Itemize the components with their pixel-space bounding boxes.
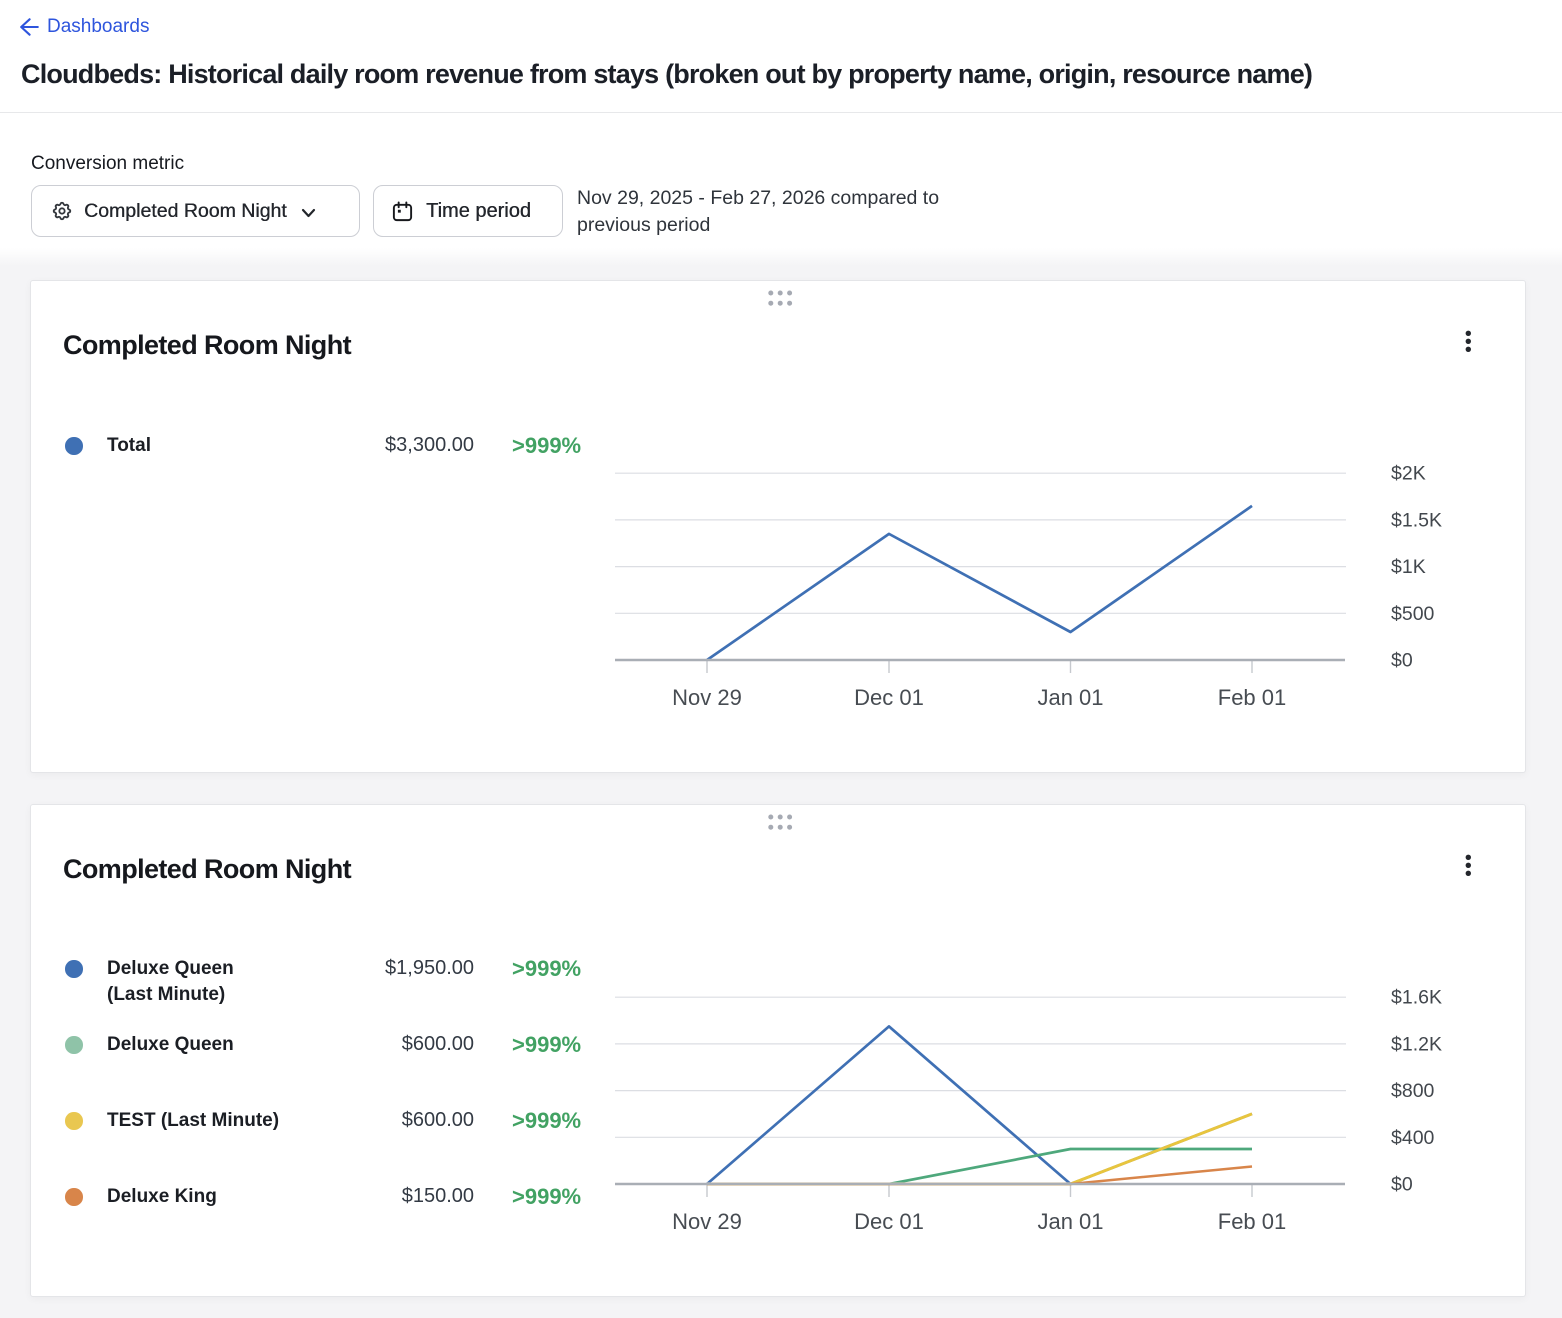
svg-text:Feb 01: Feb 01: [1218, 685, 1287, 710]
svg-text:Jan 01: Jan 01: [1037, 685, 1103, 710]
svg-text:Dec 01: Dec 01: [854, 1209, 924, 1234]
svg-text:$500: $500: [1391, 603, 1435, 625]
svg-text:$400: $400: [1391, 1127, 1435, 1149]
svg-text:$800: $800: [1391, 1080, 1435, 1102]
svg-text:$0: $0: [1391, 1174, 1413, 1196]
svg-text:$1K: $1K: [1391, 556, 1426, 578]
svg-text:$0: $0: [1391, 650, 1413, 672]
svg-text:$2K: $2K: [1391, 463, 1426, 485]
svg-text:$1.2K: $1.2K: [1391, 1033, 1442, 1055]
svg-text:Feb 01: Feb 01: [1218, 1209, 1287, 1234]
svg-text:Dec 01: Dec 01: [854, 685, 924, 710]
svg-text:$1.6K: $1.6K: [1391, 987, 1442, 1009]
svg-text:Nov 29: Nov 29: [672, 1209, 742, 1234]
svg-text:Jan 01: Jan 01: [1037, 1209, 1103, 1234]
svg-text:Nov 29: Nov 29: [672, 685, 742, 710]
svg-text:$1.5K: $1.5K: [1391, 509, 1442, 531]
